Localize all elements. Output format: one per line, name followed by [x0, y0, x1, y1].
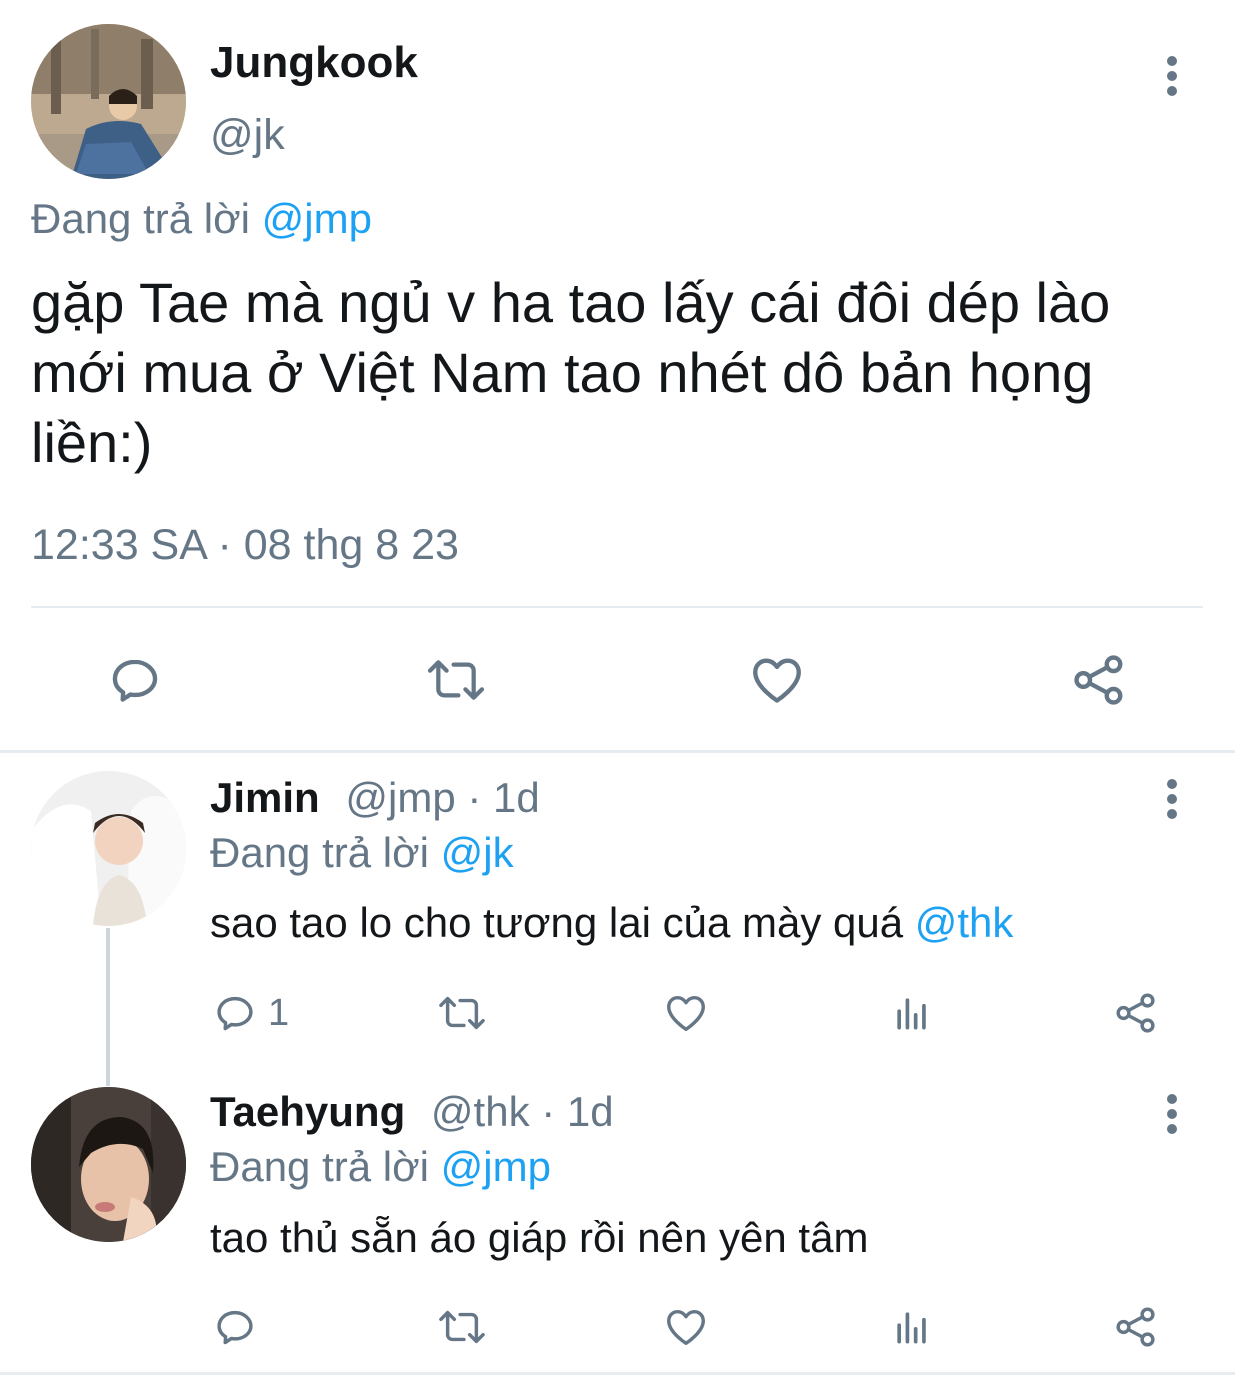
author-handle[interactable]: @thk — [431, 1088, 530, 1135]
like-icon — [667, 1309, 705, 1346]
like-button[interactable] — [742, 645, 812, 715]
avatar[interactable] — [31, 771, 186, 926]
avatar[interactable] — [31, 1087, 186, 1242]
retweet-icon — [427, 660, 485, 700]
replying-to: Đang trả lời @jmp — [210, 1142, 551, 1192]
mention-link[interactable]: @jmp — [262, 195, 372, 242]
divider — [31, 606, 1203, 608]
analytics-button[interactable] — [886, 1302, 938, 1352]
more-options-icon[interactable] — [1150, 52, 1194, 100]
reply-button[interactable] — [100, 645, 170, 715]
share-button[interactable] — [1110, 1302, 1162, 1352]
mention-link[interactable]: @jk — [441, 829, 514, 876]
avatar-photo-jimin — [31, 771, 186, 926]
reply-count: 1 — [268, 991, 290, 1034]
more-options-icon[interactable] — [1150, 1090, 1194, 1138]
reply-text-body: sao tao lo cho tương lai của mày quá — [210, 899, 904, 946]
retweet-button[interactable] — [432, 988, 492, 1038]
reply-icon — [217, 1310, 253, 1345]
like-icon — [667, 995, 705, 1032]
author-handle[interactable]: @jk — [210, 110, 285, 160]
author-handle[interactable]: @jmp — [345, 774, 455, 821]
reply-button[interactable]: 1 — [212, 988, 289, 1038]
replying-prefix: Đang trả lời — [210, 1143, 429, 1190]
tweet-text: gặp Tae mà ngủ v ha tao lấy cái đôi dép … — [31, 271, 1111, 474]
section-divider — [0, 750, 1235, 753]
mention-link[interactable]: @thk — [915, 899, 1014, 946]
reply-button[interactable] — [212, 1302, 258, 1352]
reply-text: sao tao lo cho tương lai của mày quá @th… — [210, 898, 1013, 948]
replying-to: Đang trả lời @jmp — [31, 194, 372, 244]
replying-to: Đang trả lời @jk — [210, 828, 514, 878]
thread-line — [106, 928, 110, 1086]
avatar-photo-jungkook — [31, 24, 186, 179]
analytics-button[interactable] — [886, 988, 938, 1038]
reply-text: tao thủ sẵn áo giáp rồi nên yên tâm — [210, 1214, 869, 1261]
like-button[interactable] — [660, 988, 712, 1038]
reply-header: Taehyung @thk · 1d — [210, 1087, 614, 1137]
reply-time: · 1d — [467, 774, 540, 821]
replying-prefix: Đang trả lời — [210, 829, 429, 876]
analytics-icon — [897, 998, 926, 1030]
retweet-icon — [439, 996, 485, 1030]
share-icon — [1074, 655, 1123, 705]
share-icon — [1116, 1307, 1155, 1347]
avatar[interactable] — [31, 24, 186, 179]
reply-time: · 1d — [541, 1088, 614, 1135]
reply-icon — [217, 996, 253, 1031]
like-button[interactable] — [660, 1302, 712, 1352]
reply-header: Jimin @jmp · 1d — [210, 773, 540, 823]
share-button[interactable] — [1064, 645, 1134, 715]
reply-icon — [112, 659, 158, 702]
share-button[interactable] — [1110, 988, 1162, 1038]
retweet-button[interactable] — [432, 1302, 492, 1352]
author-name[interactable]: Jimin — [210, 774, 320, 821]
like-icon — [753, 658, 801, 703]
avatar-photo-taehyung — [31, 1087, 186, 1242]
retweet-button[interactable] — [420, 645, 492, 715]
more-options-icon[interactable] — [1150, 775, 1194, 823]
author-name[interactable]: Taehyung — [210, 1088, 405, 1135]
author-name[interactable]: Jungkook — [210, 38, 418, 88]
share-icon — [1116, 993, 1155, 1033]
tweet-timestamp[interactable]: 12:33 SA · 08 thg 8 23 — [31, 520, 459, 570]
bottom-divider — [0, 1372, 1235, 1375]
mention-link[interactable]: @jmp — [441, 1143, 551, 1190]
analytics-icon — [897, 1312, 926, 1344]
retweet-icon — [439, 1310, 485, 1344]
replying-prefix: Đang trả lời — [31, 195, 250, 242]
